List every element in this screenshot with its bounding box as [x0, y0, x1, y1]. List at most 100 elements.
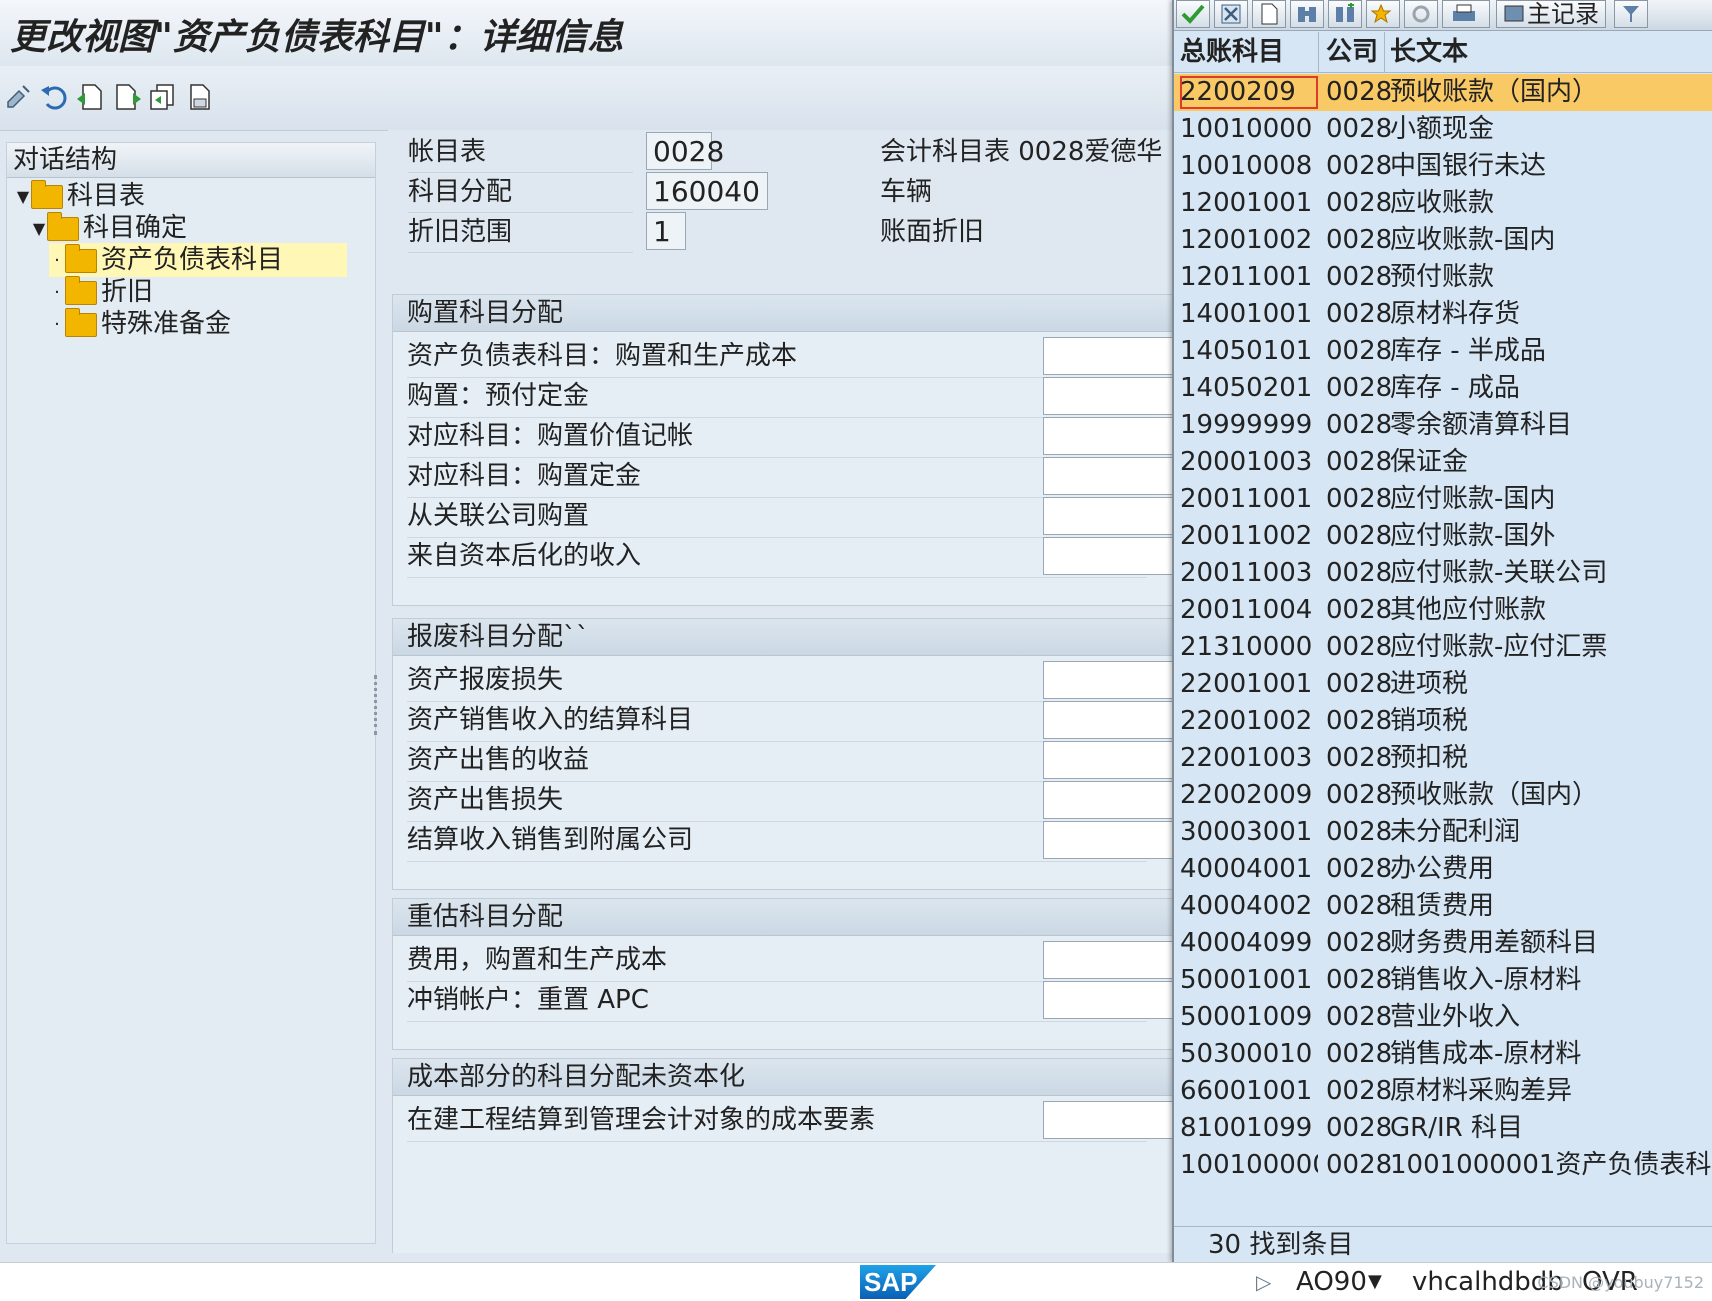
group-title: 购置科目分配: [393, 295, 1173, 332]
long-text-cell: 零余额清算科目: [1390, 410, 1573, 440]
gl-account-row[interactable]: 50001009 0028 营业外收入: [1174, 999, 1712, 1036]
gl-account-cell: 81001099: [1180, 1113, 1313, 1143]
chart-of-accounts-label: 帐目表: [408, 132, 633, 173]
gl-account-row[interactable]: 10010000 0028 小额现金: [1174, 111, 1712, 148]
account-input[interactable]: [1043, 781, 1173, 819]
company-cell: 0028: [1326, 854, 1393, 884]
find-icon[interactable]: [1290, 0, 1324, 28]
print-icon[interactable]: [184, 80, 216, 114]
tree-item-balance-sheet-accounts[interactable]: · 资产负债表科目: [49, 243, 347, 277]
company-cell: 0028: [1326, 151, 1393, 181]
account-determination-field[interactable]: 160040: [646, 172, 768, 210]
gl-account-cell: 12001002: [1180, 225, 1313, 255]
account-input[interactable]: [1043, 941, 1173, 979]
account-input[interactable]: [1043, 1101, 1173, 1139]
gl-account-row[interactable]: 40004002 0028 租赁费用: [1174, 888, 1712, 925]
gl-account-row[interactable]: 19999999 0028 零余额清算科目: [1174, 407, 1712, 444]
field-row: 资产报废损失: [407, 659, 1147, 702]
gl-account-row[interactable]: 21310000 0028 应付账款-应付汇票: [1174, 629, 1712, 666]
gl-account-row[interactable]: 10010008 0028 中国银行未达: [1174, 148, 1712, 185]
tree-item-depreciation[interactable]: · 折旧: [49, 275, 347, 309]
cancel-icon[interactable]: [1214, 0, 1248, 28]
account-input[interactable]: [1043, 741, 1173, 779]
long-text-cell: 应付账款-国内: [1390, 484, 1556, 514]
chart-of-accounts-desc: 会计科目表 0028爱德华: [880, 137, 1163, 167]
tree-item-account-determination[interactable]: ▼ 科目确定: [31, 211, 365, 245]
gl-account-row[interactable]: 12001001 0028 应收账款: [1174, 185, 1712, 222]
gl-account-row[interactable]: 20011003 0028 应付账款-关联公司: [1174, 555, 1712, 592]
previous-entry-icon[interactable]: [74, 80, 106, 114]
column-header-long-text[interactable]: 长文本: [1390, 32, 1468, 72]
gl-account-row[interactable]: 22001002 0028 销项税: [1174, 703, 1712, 740]
company-cell: 0028: [1326, 891, 1393, 921]
main-record-button[interactable]: 主记录: [1496, 0, 1606, 28]
gl-account-row[interactable]: 20011002 0028 应付账款-国外: [1174, 518, 1712, 555]
gl-account-row[interactable]: 20001003 0028 保证金: [1174, 444, 1712, 481]
account-input[interactable]: [1043, 537, 1173, 575]
find-next-icon[interactable]: [1328, 0, 1362, 28]
gl-account-row[interactable]: 22002009 0028 预收账款（国内）: [1174, 777, 1712, 814]
status-expand-icon[interactable]: ▷: [1256, 1263, 1271, 1301]
group-title: 重估科目分配: [393, 899, 1173, 936]
tree-item-chart-of-accounts[interactable]: ▼ 科目表: [15, 179, 365, 213]
next-entry-icon[interactable]: [112, 80, 144, 114]
gl-account-row[interactable]: 2200209 0028 预收账款（国内）: [1174, 74, 1712, 111]
account-input[interactable]: [1043, 701, 1173, 739]
gl-account-cell: 40004002: [1180, 891, 1313, 921]
gl-account-row[interactable]: 81001099 0028 GR/IR 科目: [1174, 1110, 1712, 1147]
column-header-gl-account[interactable]: 总账科目: [1180, 32, 1284, 72]
gl-account-cell: 50300010: [1180, 1039, 1313, 1069]
gl-account-row[interactable]: 40004001 0028 办公费用: [1174, 851, 1712, 888]
gl-account-row[interactable]: 14050201 0028 库存 - 成品: [1174, 370, 1712, 407]
gl-account-row[interactable]: 30003001 0028 未分配利润: [1174, 814, 1712, 851]
account-input[interactable]: [1043, 377, 1173, 415]
transaction-code[interactable]: AO90: [1296, 1263, 1367, 1301]
expand-arrow-icon[interactable]: ▼: [15, 180, 31, 214]
depreciation-area-field[interactable]: 1: [646, 212, 686, 250]
gl-account-row[interactable]: 12001002 0028 应收账款-国内: [1174, 222, 1712, 259]
field-row: 购置：预付定金: [407, 375, 1147, 418]
account-input[interactable]: [1043, 417, 1173, 455]
long-text-cell: 预扣税: [1390, 743, 1469, 773]
gl-account-row[interactable]: 22001003 0028 预扣税: [1174, 740, 1712, 777]
account-input[interactable]: [1043, 497, 1173, 535]
expand-arrow-icon[interactable]: ▼: [31, 212, 47, 246]
gl-account-row[interactable]: 14001001 0028 原材料存货: [1174, 296, 1712, 333]
print-list-icon[interactable]: [1442, 0, 1490, 28]
account-input[interactable]: [1043, 457, 1173, 495]
transaction-dropdown-icon[interactable]: ▼: [1368, 1263, 1382, 1301]
copy-entry-icon[interactable]: [146, 80, 178, 114]
settings-icon[interactable]: [1404, 0, 1438, 28]
long-text-cell: 中国银行未达: [1390, 151, 1547, 181]
gl-account-row[interactable]: 20011004 0028 其他应付账款: [1174, 592, 1712, 629]
confirm-check-icon[interactable]: [1176, 0, 1210, 28]
gl-account-row[interactable]: 1001000001 00281001000001资产负债表科目: [1174, 1147, 1712, 1184]
account-input[interactable]: [1043, 821, 1173, 859]
gl-account-row[interactable]: 50001001 0028 销售收入-原材料: [1174, 962, 1712, 999]
tree-item-special-reserves[interactable]: · 特殊准备金: [49, 307, 347, 341]
account-input[interactable]: [1043, 661, 1173, 699]
gl-account-row[interactable]: 50300010 0028 销售成本-原材料: [1174, 1036, 1712, 1073]
account-input[interactable]: [1043, 337, 1173, 375]
add-favorite-icon[interactable]: [1366, 0, 1400, 28]
company-cell: 0028: [1326, 373, 1393, 403]
gl-account-row[interactable]: 40004099 0028 财务费用差额科目: [1174, 925, 1712, 962]
account-input[interactable]: [1043, 981, 1173, 1019]
undo-icon[interactable]: [38, 80, 70, 114]
column-header-company[interactable]: 公司: [1326, 32, 1378, 72]
dialog-structure-header: 对话结构: [7, 143, 375, 178]
chart-of-accounts-field[interactable]: 0028: [646, 132, 724, 170]
gl-account-row[interactable]: 66001001 0028 原材料采购差异: [1174, 1073, 1712, 1110]
company-cell: 0028: [1326, 669, 1393, 699]
gl-account-row[interactable]: 22001001 0028 进项税: [1174, 666, 1712, 703]
panel-splitter[interactable]: [374, 675, 383, 735]
long-text-cell: 预收账款（国内）: [1390, 77, 1599, 107]
display-change-icon[interactable]: [4, 80, 36, 114]
gl-account-cell: 22002009: [1180, 780, 1313, 810]
gl-account-row[interactable]: 20011001 0028 应付账款-国内: [1174, 481, 1712, 518]
new-document-icon[interactable]: [1252, 0, 1286, 28]
filter-icon[interactable]: [1614, 0, 1648, 28]
gl-account-row[interactable]: 12011001 0028 预付账款: [1174, 259, 1712, 296]
gl-account-row[interactable]: 14050101 0028 库存 - 半成品: [1174, 333, 1712, 370]
field-row: 冲销帐户：重置 APC: [407, 979, 1147, 1022]
